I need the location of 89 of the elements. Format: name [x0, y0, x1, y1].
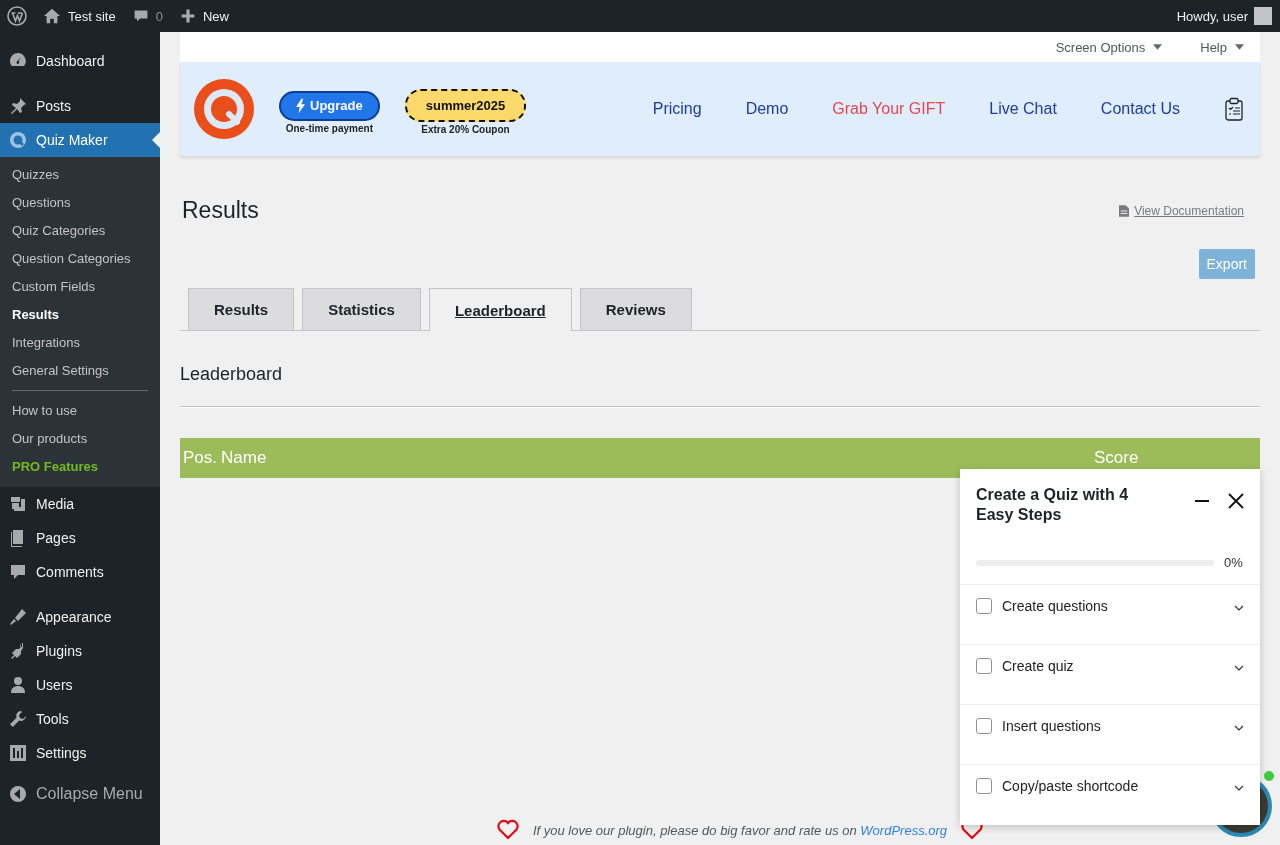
- wordpress-link[interactable]: WordPress.org: [860, 822, 948, 838]
- comment-icon: [132, 8, 149, 24]
- submenu-item[interactable]: General Settings: [0, 357, 160, 385]
- avatar: [1254, 7, 1272, 25]
- checkbox[interactable]: [976, 598, 992, 614]
- column-header: Pos.: [183, 448, 218, 468]
- lightning-icon: [296, 97, 305, 114]
- rating-message: If you love our plugin, please do big favor and rate us on WordPress.org: [532, 822, 948, 838]
- heart-icon: [495, 819, 520, 841]
- submenu-item[interactable]: Our products: [0, 425, 160, 453]
- user-icon: [8, 675, 28, 695]
- new-label: New: [202, 8, 229, 24]
- caret-icon: [1153, 44, 1163, 50]
- panel-title: Create a Quiz with 4 Easy Steps: [976, 485, 1130, 525]
- screen-options-button[interactable]: Screen Options: [1055, 39, 1163, 55]
- tab[interactable]: Results: [188, 288, 295, 330]
- nav-link[interactable]: Contact Us: [1100, 100, 1180, 118]
- comment-icon: [8, 562, 28, 582]
- submenu-item[interactable]: How to use: [0, 397, 160, 425]
- checkbox[interactable]: [976, 718, 992, 734]
- submenu-item[interactable]: Question Categories: [0, 245, 160, 273]
- page-title: Results: [182, 197, 259, 224]
- menu-item[interactable]: Settings: [0, 736, 160, 770]
- coupon-code: summer2025: [404, 89, 527, 122]
- site-name: Test site: [68, 8, 116, 24]
- brush-icon: [8, 607, 28, 627]
- tab[interactable]: Reviews: [579, 288, 692, 330]
- documentation-link[interactable]: View Documentation: [1119, 203, 1244, 218]
- menu-item[interactable]: Plugins: [0, 634, 160, 668]
- account-menu[interactable]: Howdy, user: [1176, 7, 1272, 25]
- menu-item[interactable]: Media: [0, 487, 160, 521]
- chevron-icon[interactable]: [1234, 725, 1244, 731]
- nav-link[interactable]: Pricing: [652, 100, 702, 118]
- submenu-item[interactable]: Quizzes: [0, 161, 160, 189]
- chevron-icon[interactable]: [1234, 785, 1244, 791]
- wrench-icon: [8, 709, 28, 729]
- media-icon: [8, 494, 28, 514]
- submenu-item[interactable]: Quiz Categories: [0, 217, 160, 245]
- comment-count: 0: [155, 8, 163, 24]
- upgrade-button[interactable]: Upgrade: [279, 90, 380, 121]
- progress-reading: 0%: [1224, 555, 1244, 570]
- home-icon: [43, 7, 61, 25]
- site-link[interactable]: Test site: [43, 7, 116, 25]
- collapse-menu-button[interactable]: Collapse Menu: [0, 777, 160, 811]
- help-button[interactable]: Help: [1200, 39, 1244, 55]
- menu-item[interactable]: Comments: [0, 555, 160, 589]
- quiz-maker-logo: [194, 79, 254, 139]
- submenu-item[interactable]: PRO Features: [0, 453, 160, 481]
- submenu-item[interactable]: Integrations: [0, 329, 160, 357]
- step-label: Insert questions: [1002, 718, 1102, 734]
- menu-item[interactable]: Users: [0, 668, 160, 702]
- step-label: Create quiz: [1002, 658, 1075, 674]
- plus-icon: [179, 8, 196, 24]
- column-header: Score: [1094, 448, 1140, 468]
- column-header: Name: [221, 448, 268, 468]
- checkbox[interactable]: [976, 778, 992, 794]
- submenu-item[interactable]: Custom Fields: [0, 273, 160, 301]
- menu-item[interactable]: Pages: [0, 521, 160, 555]
- wordpress-logo-icon[interactable]: [7, 6, 27, 26]
- checkbox[interactable]: [976, 658, 992, 674]
- tab[interactable]: Statistics: [302, 288, 421, 330]
- menu-item[interactable]: Appearance: [0, 600, 160, 634]
- section-title: Leaderboard: [180, 364, 284, 385]
- clipboard-icon[interactable]: [1224, 97, 1244, 121]
- new-link[interactable]: New: [179, 8, 229, 24]
- step-label: Create questions: [1002, 598, 1109, 614]
- submenu-item[interactable]: Results: [0, 301, 160, 329]
- quiz-logo-icon: [8, 130, 28, 150]
- submenu-item[interactable]: Questions: [0, 189, 160, 217]
- chevron-icon[interactable]: [1234, 665, 1244, 671]
- nav-link[interactable]: Demo: [745, 100, 789, 118]
- tab[interactable]: Leaderboard: [428, 288, 572, 331]
- caret-icon: [1235, 44, 1244, 50]
- menu-item[interactable]: Posts: [0, 89, 160, 123]
- online-status-dot: [1264, 771, 1274, 781]
- greeting: Howdy, user: [1176, 8, 1248, 24]
- chevron-icon[interactable]: [1234, 605, 1244, 611]
- upgrade-note: One-time payment: [285, 122, 373, 134]
- close-icon[interactable]: [1228, 493, 1244, 509]
- menu-item[interactable]: Dashboard: [0, 44, 160, 78]
- sliders-icon: [8, 743, 28, 763]
- collapse-icon: [8, 784, 28, 804]
- menu-item[interactable]: Quiz Maker: [0, 123, 160, 157]
- document-icon: [1119, 204, 1130, 217]
- nav-link[interactable]: Live Chat: [989, 100, 1057, 118]
- comments-link[interactable]: 0: [132, 8, 163, 24]
- menu-item[interactable]: Tools: [0, 702, 160, 736]
- coupon-note: Extra 20% Coupon: [421, 124, 510, 135]
- step-label: Copy/paste shortcode: [1002, 778, 1140, 794]
